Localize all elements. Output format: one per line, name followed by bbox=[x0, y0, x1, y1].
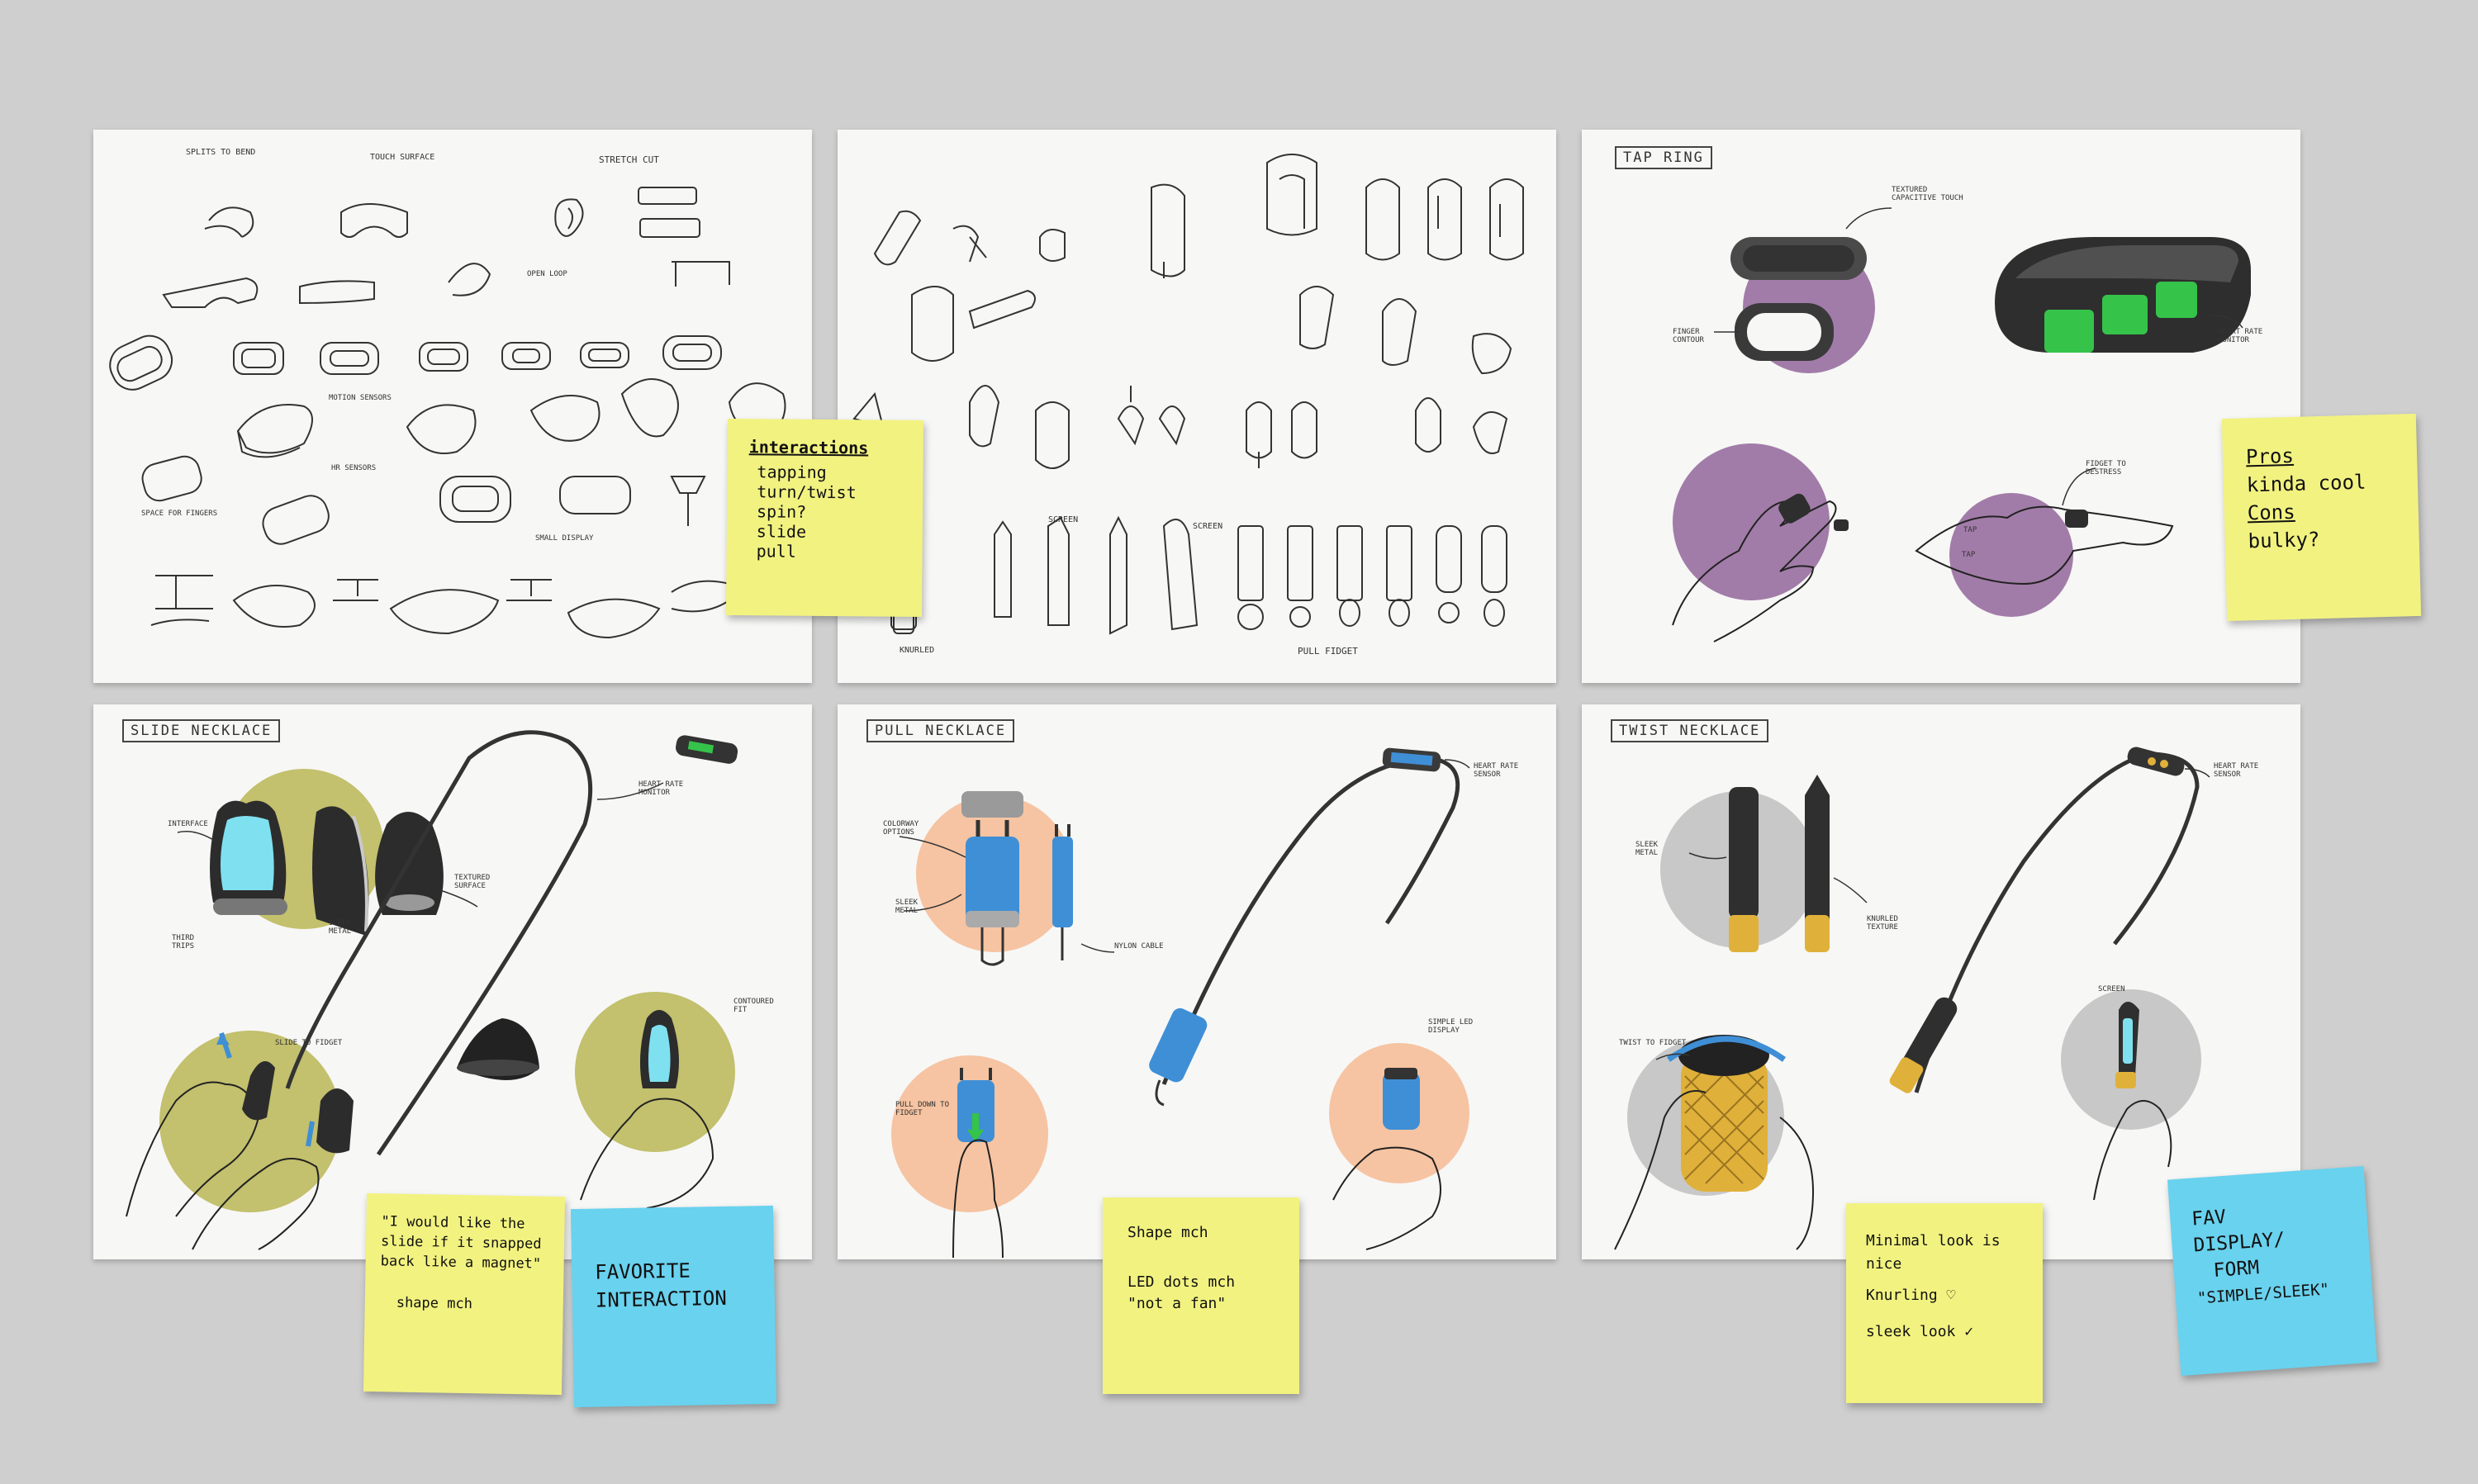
label-small-display: SMALL DISPLAY bbox=[535, 534, 594, 543]
label-textured-surface: TEXTURED SURFACE bbox=[454, 874, 491, 890]
label-knurled: KNURLED bbox=[900, 646, 935, 655]
sticky-twist-line: Minimal look is bbox=[1866, 1232, 2001, 1249]
label-tap-2: TAP bbox=[1962, 551, 1976, 559]
label-splits-to-bend: SPLITS TO BEND bbox=[186, 148, 256, 157]
sticky-quote-line: slide if it snapped bbox=[380, 1233, 542, 1253]
concept-board-slide-necklace: SLIDE NECKLACE INTERFACE TEXTURED SURFAC… bbox=[93, 704, 812, 1259]
twist-necklace-renderings bbox=[1614, 747, 2210, 1250]
sticky-note-pull-feedback: Shape mch LED dots mch "not a fan" bbox=[1103, 1197, 1299, 1394]
board-title-pull-necklace: PULL NECKLACE bbox=[866, 719, 1015, 742]
sticky-interactions-line: turn/twist bbox=[757, 481, 857, 503]
board-title-twist-necklace: TWIST NECKLACE bbox=[1611, 719, 1769, 742]
pull-necklace-renderings bbox=[891, 747, 1470, 1259]
label-sleek-metal: SLEEK METAL bbox=[1635, 841, 1659, 857]
label-finger-contour: FINGER CONTOUR bbox=[1673, 328, 1704, 344]
sticky-interactions-heading: interactions bbox=[748, 437, 869, 458]
sticky-note-interactions: interactions tapping turn/twist spin? sl… bbox=[725, 418, 924, 618]
concept-board-pull-necklace: PULL NECKLACE COLORWAY OPTIONS SLEEK MET… bbox=[838, 704, 1556, 1259]
label-knurled-texture: KNURLED TEXTURE bbox=[1867, 915, 1898, 932]
sketch-board-pendants: SCREEN SCREEN KNURLED PULL FIDGET bbox=[838, 130, 1556, 683]
sticky-pull-line: LED dots mch bbox=[1127, 1273, 1236, 1291]
sticky-pros-heading: Pros bbox=[2245, 443, 2295, 469]
label-stretch-cut: STRETCH CUT bbox=[599, 154, 659, 165]
sticky-note-twist-feedback: Minimal look is nice Knurling ♡ sleek lo… bbox=[1846, 1203, 2043, 1403]
tap-ring-renderings bbox=[1672, 207, 2251, 642]
label-interface: INTERFACE bbox=[168, 820, 208, 828]
label-screen-2: SCREEN bbox=[1193, 522, 1223, 531]
sticky-note-pros-cons: Pros kinda cool Cons bulky? bbox=[2221, 413, 2422, 622]
label-open-loop: OPEN LOOP bbox=[527, 270, 567, 278]
label-motion-sensors: MOTION SENSORS bbox=[329, 394, 392, 402]
sticky-pull-line: "not a fan" bbox=[1127, 1295, 1227, 1312]
label-nylon-cable: NYLON CABLE bbox=[1114, 942, 1164, 951]
label-space-for-fingers: SPACE FOR FINGERS bbox=[141, 510, 218, 518]
concept-board-twist-necklace: TWIST NECKLACE SLEEK METAL KNURLED TEXTU… bbox=[1582, 704, 2300, 1259]
label-pull-down-to-fidget: PULL DOWN TO FIDGET bbox=[895, 1101, 950, 1117]
sticky-quote-line: shape mch bbox=[396, 1294, 473, 1313]
pendant-exploration-sketches bbox=[852, 154, 1524, 635]
sticky-note-slide-quote: "I would like the slide if it snapped ba… bbox=[363, 1192, 566, 1396]
label-twist-to-fidget: TWIST TO FIDGET bbox=[1619, 1039, 1687, 1047]
sticky-twist-line: nice bbox=[1866, 1255, 1902, 1273]
sticky-note-fav-display-form: FAV DISPLAY/ FORM "SIMPLE/SLEEK" bbox=[2167, 1165, 2378, 1377]
label-colorway-options: COLORWAY OPTIONS bbox=[883, 820, 919, 837]
label-fidget-to-destress: FIDGET TO DESTRESS bbox=[2086, 460, 2126, 476]
sticky-twist-line: sleek look ✓ bbox=[1866, 1323, 1974, 1340]
label-slide-to-fidget: SLIDE TO FIDGET bbox=[275, 1039, 343, 1047]
label-screen: SCREEN bbox=[2098, 985, 2125, 993]
label-heart-rate-sensor: HEART RATE SENSOR bbox=[2214, 762, 2259, 779]
label-tap-1: TAP bbox=[1963, 526, 1977, 534]
sticky-favorite-line: INTERACTION bbox=[595, 1286, 728, 1312]
sticky-cons-heading: Cons bbox=[2247, 500, 2295, 525]
sticky-favorite-line: FAVORITE bbox=[595, 1259, 691, 1284]
sticky-quote-line: back like a magnet" bbox=[380, 1253, 542, 1273]
sketch-board-exploration: SPLITS TO BEND TOUCH SURFACE STRETCH CUT… bbox=[93, 130, 812, 683]
board-title-slide-necklace: SLIDE NECKLACE bbox=[122, 719, 281, 742]
label-heart-rate-monitor: HEART RATE MONITOR bbox=[638, 780, 684, 797]
sticky-twist-line: Knurling ♡ bbox=[1866, 1287, 1956, 1304]
sticky-pros-text: kinda cool bbox=[2246, 470, 2366, 497]
label-screen-1: SCREEN bbox=[1048, 515, 1079, 524]
slide-necklace-renderings bbox=[126, 730, 738, 1250]
label-pull-fidget: PULL FIDGET bbox=[1298, 646, 1358, 657]
label-third-trips: THIRD TRIPS bbox=[172, 934, 195, 951]
ring-exploration-sketches bbox=[109, 187, 786, 639]
label-sleek-metal: SLEEK METAL bbox=[895, 898, 919, 915]
sticky-quote-line: "I would like the bbox=[381, 1213, 525, 1233]
sticky-cons-text: bulky? bbox=[2248, 528, 2320, 553]
concept-board-tap-ring: TAP RING TEXTURED CAPACITIVE TOUCH FINGE… bbox=[1582, 130, 2300, 683]
sticky-note-favorite-interaction: FAVORITE INTERACTION bbox=[570, 1205, 777, 1408]
label-simple-led-display: SIMPLE LED DISPLAY bbox=[1428, 1018, 1474, 1035]
label-sleek-metal: SLEEK METAL bbox=[329, 919, 352, 936]
label-hr-sensors: HR SENSORS bbox=[331, 464, 377, 472]
sticky-pull-line: Shape mch bbox=[1127, 1224, 1208, 1241]
label-contoured-fit: CONTOURED FIT bbox=[733, 998, 774, 1014]
sticky-interactions-line: tapping bbox=[757, 462, 827, 483]
label-heart-rate-monitor: HEART RATE MONITOR bbox=[2218, 328, 2263, 344]
label-textured-capacitive-touch: TEXTURED CAPACITIVE TOUCH bbox=[1892, 186, 1963, 202]
sticky-interactions-line: spin? bbox=[756, 501, 807, 522]
sticky-interactions-line: slide bbox=[756, 521, 807, 542]
board-title-tap-ring: TAP RING bbox=[1615, 146, 1712, 169]
label-touch-surface: TOUCH SURFACE bbox=[370, 153, 435, 162]
label-heart-rate-sensor: HEART RATE SENSOR bbox=[1474, 762, 1519, 779]
sticky-interactions-line: pull bbox=[756, 541, 796, 562]
